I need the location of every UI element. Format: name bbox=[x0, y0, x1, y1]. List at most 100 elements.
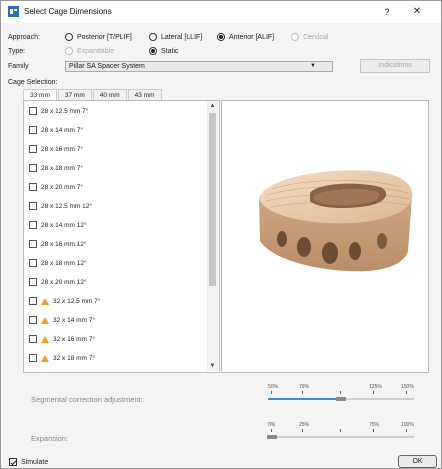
warning-icon bbox=[41, 354, 49, 362]
approach-radio-posterior[interactable]: Posterior [T/PLIF] bbox=[65, 33, 132, 41]
radio-label: Expandable bbox=[77, 47, 114, 55]
warning-icon bbox=[41, 316, 49, 324]
list-item[interactable]: 28 x 14 mm 12° bbox=[29, 221, 87, 229]
list-scrollbar[interactable]: ▲ ▼ bbox=[207, 101, 218, 371]
cage-selection-label: Cage Selection: bbox=[8, 79, 58, 86]
type-radio-static[interactable]: Static bbox=[149, 47, 179, 55]
family-label: Family bbox=[8, 63, 29, 70]
tab-33mm[interactable]: 33 mm bbox=[23, 89, 57, 100]
item-label: 28 x 14 mm 12° bbox=[41, 221, 87, 229]
tick-mark bbox=[271, 429, 272, 432]
scroll-up-icon[interactable]: ▲ bbox=[207, 101, 218, 111]
item-label: 32 x 12.5 mm 7° bbox=[53, 297, 101, 305]
list-item[interactable]: 28 x 20 mm 12° bbox=[29, 278, 87, 286]
dialog-window: Select Cage Dimensions ? ✕ Approach: Pos… bbox=[0, 0, 442, 469]
list-item[interactable]: 28 x 20 mm 7° bbox=[29, 183, 83, 191]
tick-mark bbox=[302, 391, 303, 394]
tab-43mm[interactable]: 43 mm bbox=[127, 89, 162, 100]
checkbox[interactable] bbox=[29, 107, 37, 115]
checkbox[interactable] bbox=[29, 354, 37, 362]
checkbox[interactable] bbox=[29, 202, 37, 210]
item-label: 28 x 12.5 mm 12° bbox=[41, 202, 93, 210]
list-item[interactable]: 28 x 18 mm 12° bbox=[29, 259, 87, 267]
segmental-thumb[interactable] bbox=[336, 397, 346, 401]
scroll-down-icon[interactable]: ▼ bbox=[207, 361, 218, 371]
radio-indicator bbox=[149, 47, 157, 55]
window-title: Select Cage Dimensions bbox=[24, 7, 112, 16]
list-item[interactable]: 32 x 12.5 mm 7° bbox=[29, 297, 100, 305]
list-item[interactable]: 28 x 18 mm 7° bbox=[29, 164, 83, 172]
close-button[interactable]: ✕ bbox=[409, 5, 425, 19]
expansion-tick-75: 75% bbox=[369, 422, 380, 428]
cage-list: 28 x 12.5 mm 7° 28 x 14 mm 7° 28 x 16 mm… bbox=[23, 100, 220, 373]
checkbox[interactable] bbox=[29, 316, 37, 324]
radio-indicator bbox=[65, 47, 73, 55]
tick-mark bbox=[271, 391, 272, 394]
list-item[interactable]: 28 x 12.5 mm 7° bbox=[29, 107, 88, 115]
radio-indicator bbox=[217, 33, 225, 41]
size-tabs: 33 mm 37 mm 40 mm 43 mm bbox=[23, 89, 163, 100]
radio-label: Cervical bbox=[303, 33, 329, 41]
checkbox[interactable] bbox=[29, 145, 37, 153]
simulate-checkbox[interactable]: Simulate bbox=[9, 458, 48, 466]
radio-indicator bbox=[65, 33, 73, 41]
cage-preview[interactable] bbox=[221, 100, 429, 373]
tick-mark bbox=[302, 429, 303, 432]
help-button[interactable]: ? bbox=[379, 5, 395, 19]
item-label: 28 x 16 mm 7° bbox=[41, 145, 83, 153]
list-item[interactable]: 32 x 18 mm 7° bbox=[29, 354, 95, 362]
segmental-label: Segmental correction adjustment: bbox=[31, 395, 143, 404]
indications-button[interactable]: Indications bbox=[360, 59, 430, 73]
segmental-tick-150: 150% bbox=[401, 384, 414, 390]
tick-mark bbox=[406, 391, 407, 394]
radio-label: Anterior [ALIF] bbox=[229, 33, 275, 41]
list-item[interactable]: 32 x 16 mm 7° bbox=[29, 335, 95, 343]
list-item[interactable]: 28 x 16 mm 12° bbox=[29, 240, 87, 248]
segmental-tick-75: 75% bbox=[299, 384, 310, 390]
list-item[interactable]: 28 x 14 mm 7° bbox=[29, 126, 83, 134]
list-item[interactable]: 28 x 16 mm 7° bbox=[29, 145, 83, 153]
checkbox[interactable] bbox=[29, 183, 37, 191]
title-bar: Select Cage Dimensions ? ✕ bbox=[1, 1, 441, 23]
item-label: 28 x 18 mm 7° bbox=[41, 164, 83, 172]
list-item[interactable]: 32 x 14 mm 7° bbox=[29, 316, 95, 324]
checkbox[interactable] bbox=[29, 259, 37, 267]
radio-label: Lateral [LLIF] bbox=[161, 33, 203, 41]
expansion-thumb[interactable] bbox=[267, 435, 277, 439]
warning-icon bbox=[41, 297, 49, 305]
expansion-tick-100: 100% bbox=[401, 422, 414, 428]
tick-mark bbox=[406, 429, 407, 432]
checkbox[interactable] bbox=[29, 240, 37, 248]
item-label: 28 x 20 mm 12° bbox=[41, 278, 87, 286]
radio-label: Static bbox=[161, 47, 179, 55]
tick-mark bbox=[340, 391, 341, 394]
item-label: 32 x 16 mm 7° bbox=[53, 335, 95, 343]
radio-indicator bbox=[291, 33, 299, 41]
expansion-label: Expansion: bbox=[31, 434, 69, 443]
family-dropdown[interactable]: Pillar SA Spacer System ▼ bbox=[65, 61, 333, 72]
scroll-thumb[interactable] bbox=[209, 113, 216, 286]
checkbox[interactable] bbox=[29, 126, 37, 134]
chevron-down-icon: ▼ bbox=[310, 63, 316, 69]
approach-radio-cervical[interactable]: Cervical bbox=[291, 33, 328, 41]
segmental-tick-125: 125% bbox=[369, 384, 382, 390]
app-icon bbox=[8, 6, 19, 17]
tab-40mm[interactable]: 40 mm bbox=[92, 89, 127, 100]
item-label: 32 x 14 mm 7° bbox=[53, 316, 95, 324]
checkbox[interactable] bbox=[29, 221, 37, 229]
approach-radio-lateral[interactable]: Lateral [LLIF] bbox=[149, 33, 202, 41]
checkbox[interactable] bbox=[29, 335, 37, 343]
checkbox[interactable] bbox=[9, 458, 17, 466]
approach-radio-anterior[interactable]: Anterior [ALIF] bbox=[217, 33, 274, 41]
expansion-track[interactable] bbox=[268, 436, 414, 438]
checkbox[interactable] bbox=[29, 278, 37, 286]
checkbox[interactable] bbox=[29, 164, 37, 172]
list-item[interactable]: 28 x 12.5 mm 12° bbox=[29, 202, 92, 210]
type-label: Type: bbox=[8, 48, 26, 55]
type-radio-expandable[interactable]: Expandable bbox=[65, 47, 114, 55]
checkbox[interactable] bbox=[29, 297, 37, 305]
tab-37mm[interactable]: 37 mm bbox=[57, 89, 92, 100]
expansion-tick-25: 25% bbox=[299, 422, 310, 428]
ok-button[interactable]: OK bbox=[398, 455, 437, 468]
tick-mark bbox=[373, 391, 374, 394]
